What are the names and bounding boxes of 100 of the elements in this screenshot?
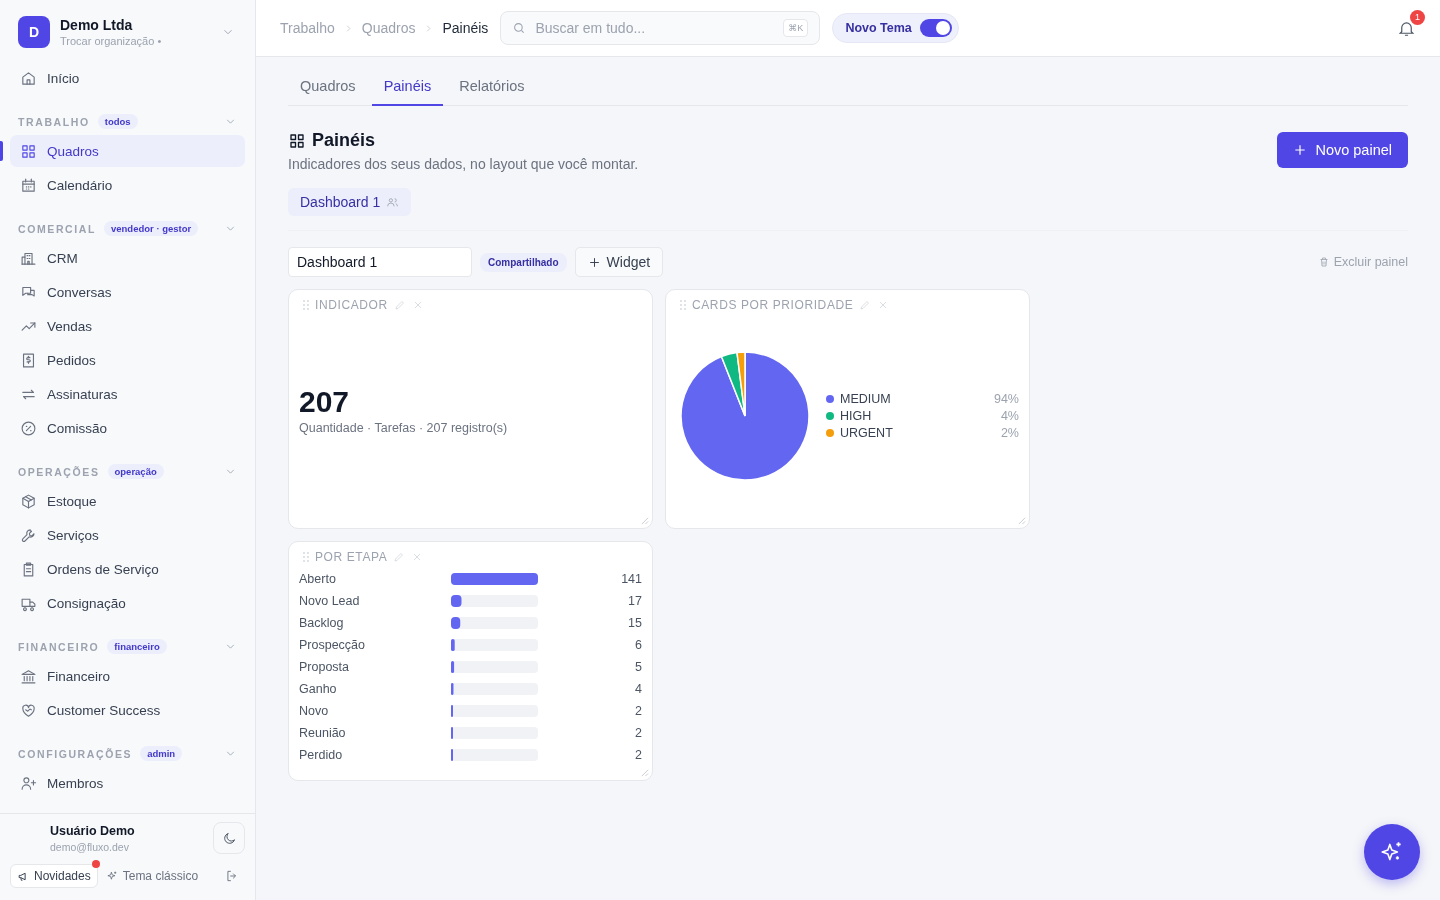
nav-item[interactable]: Financeiro [10,660,245,692]
edit-icon[interactable] [859,299,872,311]
stage-count: 5 [635,660,642,674]
stage-label: Proposta [299,660,351,674]
percent-icon [20,419,37,437]
nav-item[interactable]: Ordens de Serviço [10,553,245,585]
section-heading: FINANCEIRO [18,640,100,653]
user-email: demo@fluxo.dev [50,840,130,853]
moon-icon [221,830,237,846]
toggle-switch[interactable] [919,19,952,37]
tab[interactable]: Quadros [288,65,368,106]
new-panel-button[interactable]: Novo painel [1277,132,1408,168]
stage-label: Prospecção [299,638,366,652]
dashboard-tab[interactable]: Dashboard 1 [288,188,412,216]
section-heading: TRABALHO [18,115,90,128]
sparkle-icon [105,869,119,883]
stage-count: 6 [635,638,642,652]
page-title: Painéis [312,130,376,151]
stage-count: 2 [635,748,642,762]
logout-icon[interactable] [225,869,239,883]
nav-item[interactable]: Comissão [10,412,245,444]
drag-handle-icon[interactable] [303,552,309,562]
nav-item[interactable]: Assinaturas [10,378,245,410]
nav-item[interactable]: Calendário [10,169,245,201]
nav-item[interactable]: Serviços [10,519,245,551]
heart-icon [20,701,37,719]
notification-count: 1 [1410,9,1425,25]
add-widget-button[interactable]: Widget [574,247,664,277]
dashboard-name-field[interactable]: Dashboard 1 [288,247,472,277]
legend-percent: 94% [993,392,1019,406]
organization-avatar: D [18,16,50,48]
stage-label: Novo Lead [299,594,361,608]
dark-mode-button[interactable] [213,822,245,854]
indicator-value: 207 [299,385,351,419]
legend-percent: 2% [1000,426,1019,440]
legend-label: URGENT [840,426,893,440]
role-badge: operação [107,464,164,479]
indicator-caption: Quantidade · Tarefas · 207 registro(s) [299,421,509,435]
stage-label: Backlog [299,616,345,630]
stage-label: Reunião [299,726,347,740]
classic-theme-button[interactable]: Tema clássico [103,865,201,887]
stage-label: Ganho [299,682,338,696]
breadcrumb-link[interactable]: Painéis [442,20,489,36]
resize-handle-icon[interactable] [640,516,649,525]
legend-percent: 4% [1000,409,1019,423]
edit-icon[interactable] [393,551,406,563]
stage-label: Aberto [299,572,337,586]
wrench-icon [20,526,37,544]
shortcut-key: ⌘K [783,19,809,37]
stage-count: 2 [635,704,642,718]
plus-icon [587,255,601,269]
tab[interactable]: Painéis [371,65,444,106]
widget-title: INDICADOR [315,298,388,312]
nav-item[interactable]: Conversas [10,276,245,308]
stage-label: Novo [299,704,330,718]
search-icon [512,21,527,35]
ai-assistant-button[interactable] [1364,824,1420,880]
legend-label: HIGH [840,409,872,423]
nav-item[interactable]: Vendas [10,310,245,342]
organization-name: Demo Ltda [60,17,134,33]
section-heading: OPERAÇÕES [18,465,100,478]
drag-handle-icon[interactable] [680,300,686,310]
section-heading: CONFIGURAÇÕES [18,747,133,760]
nav-item[interactable]: CRM [10,242,245,274]
nav-item[interactable]: Customer Success [10,694,245,726]
resize-handle-icon[interactable] [1017,516,1026,525]
calendar-icon [20,176,37,194]
stage-count: 17 [628,594,642,608]
box-icon [20,492,37,510]
tab[interactable]: Relatórios [447,65,537,106]
nav-item[interactable]: Estoque [10,485,245,517]
role-badge: vendedor · gestor [104,221,199,236]
nav-item[interactable]: Membros [10,767,245,799]
grid-icon [20,142,37,160]
userplus-icon [20,774,37,792]
stage-label: Perdido [299,748,344,762]
stage-count: 4 [635,682,642,696]
dollar-icon [20,351,37,369]
role-badge: admin [140,746,183,761]
stage-count: 141 [621,572,642,586]
nav-item[interactable]: Pedidos [10,344,245,376]
widget-title: CARDS POR PRIORIDADE [692,298,854,312]
news-button[interactable]: Novidades [10,864,98,888]
new-theme-toggle[interactable]: Novo Tema [832,13,959,43]
page-subtitle: Indicadores dos seus dados, no layout que você montar. [288,156,639,172]
drag-handle-icon[interactable] [303,300,309,310]
section-heading: COMERCIAL [18,222,96,235]
grid-icon [288,131,306,150]
edit-icon[interactable] [393,299,406,311]
user-name: Usuário Demo [50,823,136,838]
bank-icon [20,667,37,685]
widget-title: POR ETAPA [315,550,388,564]
stage-count: 15 [628,616,642,630]
nav-item[interactable]: Consignação [10,587,245,619]
plus-icon [1293,143,1308,157]
resize-handle-icon[interactable] [640,768,649,777]
home-icon [20,69,37,87]
nav-item[interactable]: Início [10,62,245,94]
legend-label: MEDIUM [840,392,891,406]
role-badge: todos [97,114,138,129]
